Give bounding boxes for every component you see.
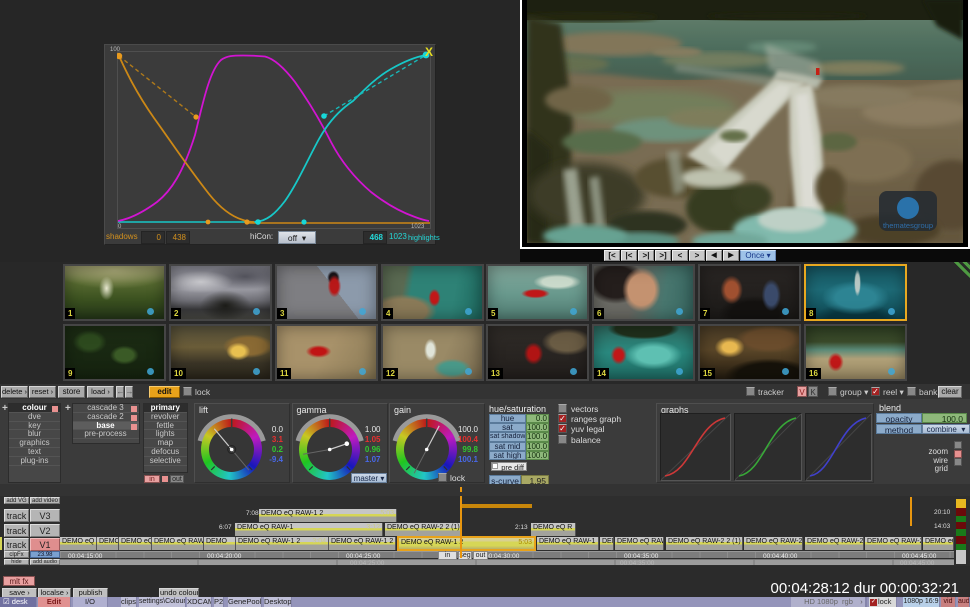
- svg-text:thematesgroup: thematesgroup: [883, 221, 933, 230]
